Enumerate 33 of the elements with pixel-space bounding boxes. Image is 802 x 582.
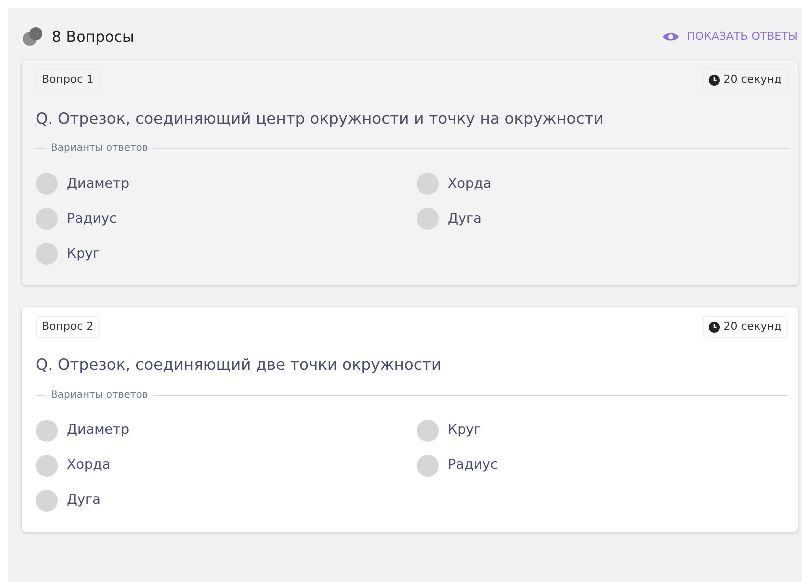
chat-bubbles-icon — [22, 27, 44, 47]
radio-button[interactable] — [36, 172, 58, 195]
answer-option[interactable]: Дуга — [417, 208, 788, 230]
eye-icon — [663, 32, 680, 42]
radio-button[interactable] — [417, 454, 439, 476]
radio-button[interactable] — [417, 208, 439, 230]
timer-label: 20 секунд — [702, 316, 788, 338]
timer-label: 20 секунд — [702, 69, 788, 92]
answer-option[interactable]: Круг — [36, 242, 417, 265]
answer-option[interactable]: Радиус — [417, 454, 788, 476]
question-count-title: 8 Вопросы — [52, 26, 134, 48]
radio-button[interactable] — [36, 242, 58, 265]
answer-option[interactable]: Хорда — [36, 454, 417, 476]
answer-option[interactable]: Радиус — [36, 208, 417, 230]
radio-button[interactable] — [36, 420, 58, 442]
question-text: Q. Отрезок, соединяющий центр окружности и точку на окружности — [36, 108, 605, 130]
options-legend: Варианты ответов — [51, 140, 148, 156]
radio-button[interactable] — [417, 172, 439, 195]
question-number: Вопрос 1 — [36, 69, 100, 92]
answer-option[interactable]: Круг — [417, 420, 788, 442]
clock-icon — [708, 74, 720, 86]
answer-option[interactable]: Диаметр — [36, 172, 417, 195]
question-number: Вопрос 2 — [36, 316, 100, 338]
options-legend: Варианты ответов — [51, 388, 148, 402]
answer-option[interactable]: Хорда — [417, 172, 788, 195]
clock-icon — [708, 322, 720, 332]
radio-button[interactable] — [36, 490, 58, 512]
answer-option[interactable]: Дуга — [36, 490, 417, 512]
radio-button[interactable] — [36, 454, 58, 476]
question-text: Q. Отрезок, соединяющий две точки окружности — [36, 355, 443, 376]
radio-button[interactable] — [417, 420, 439, 442]
radio-button[interactable] — [36, 208, 58, 230]
answer-option[interactable]: Диаметр — [36, 420, 417, 442]
